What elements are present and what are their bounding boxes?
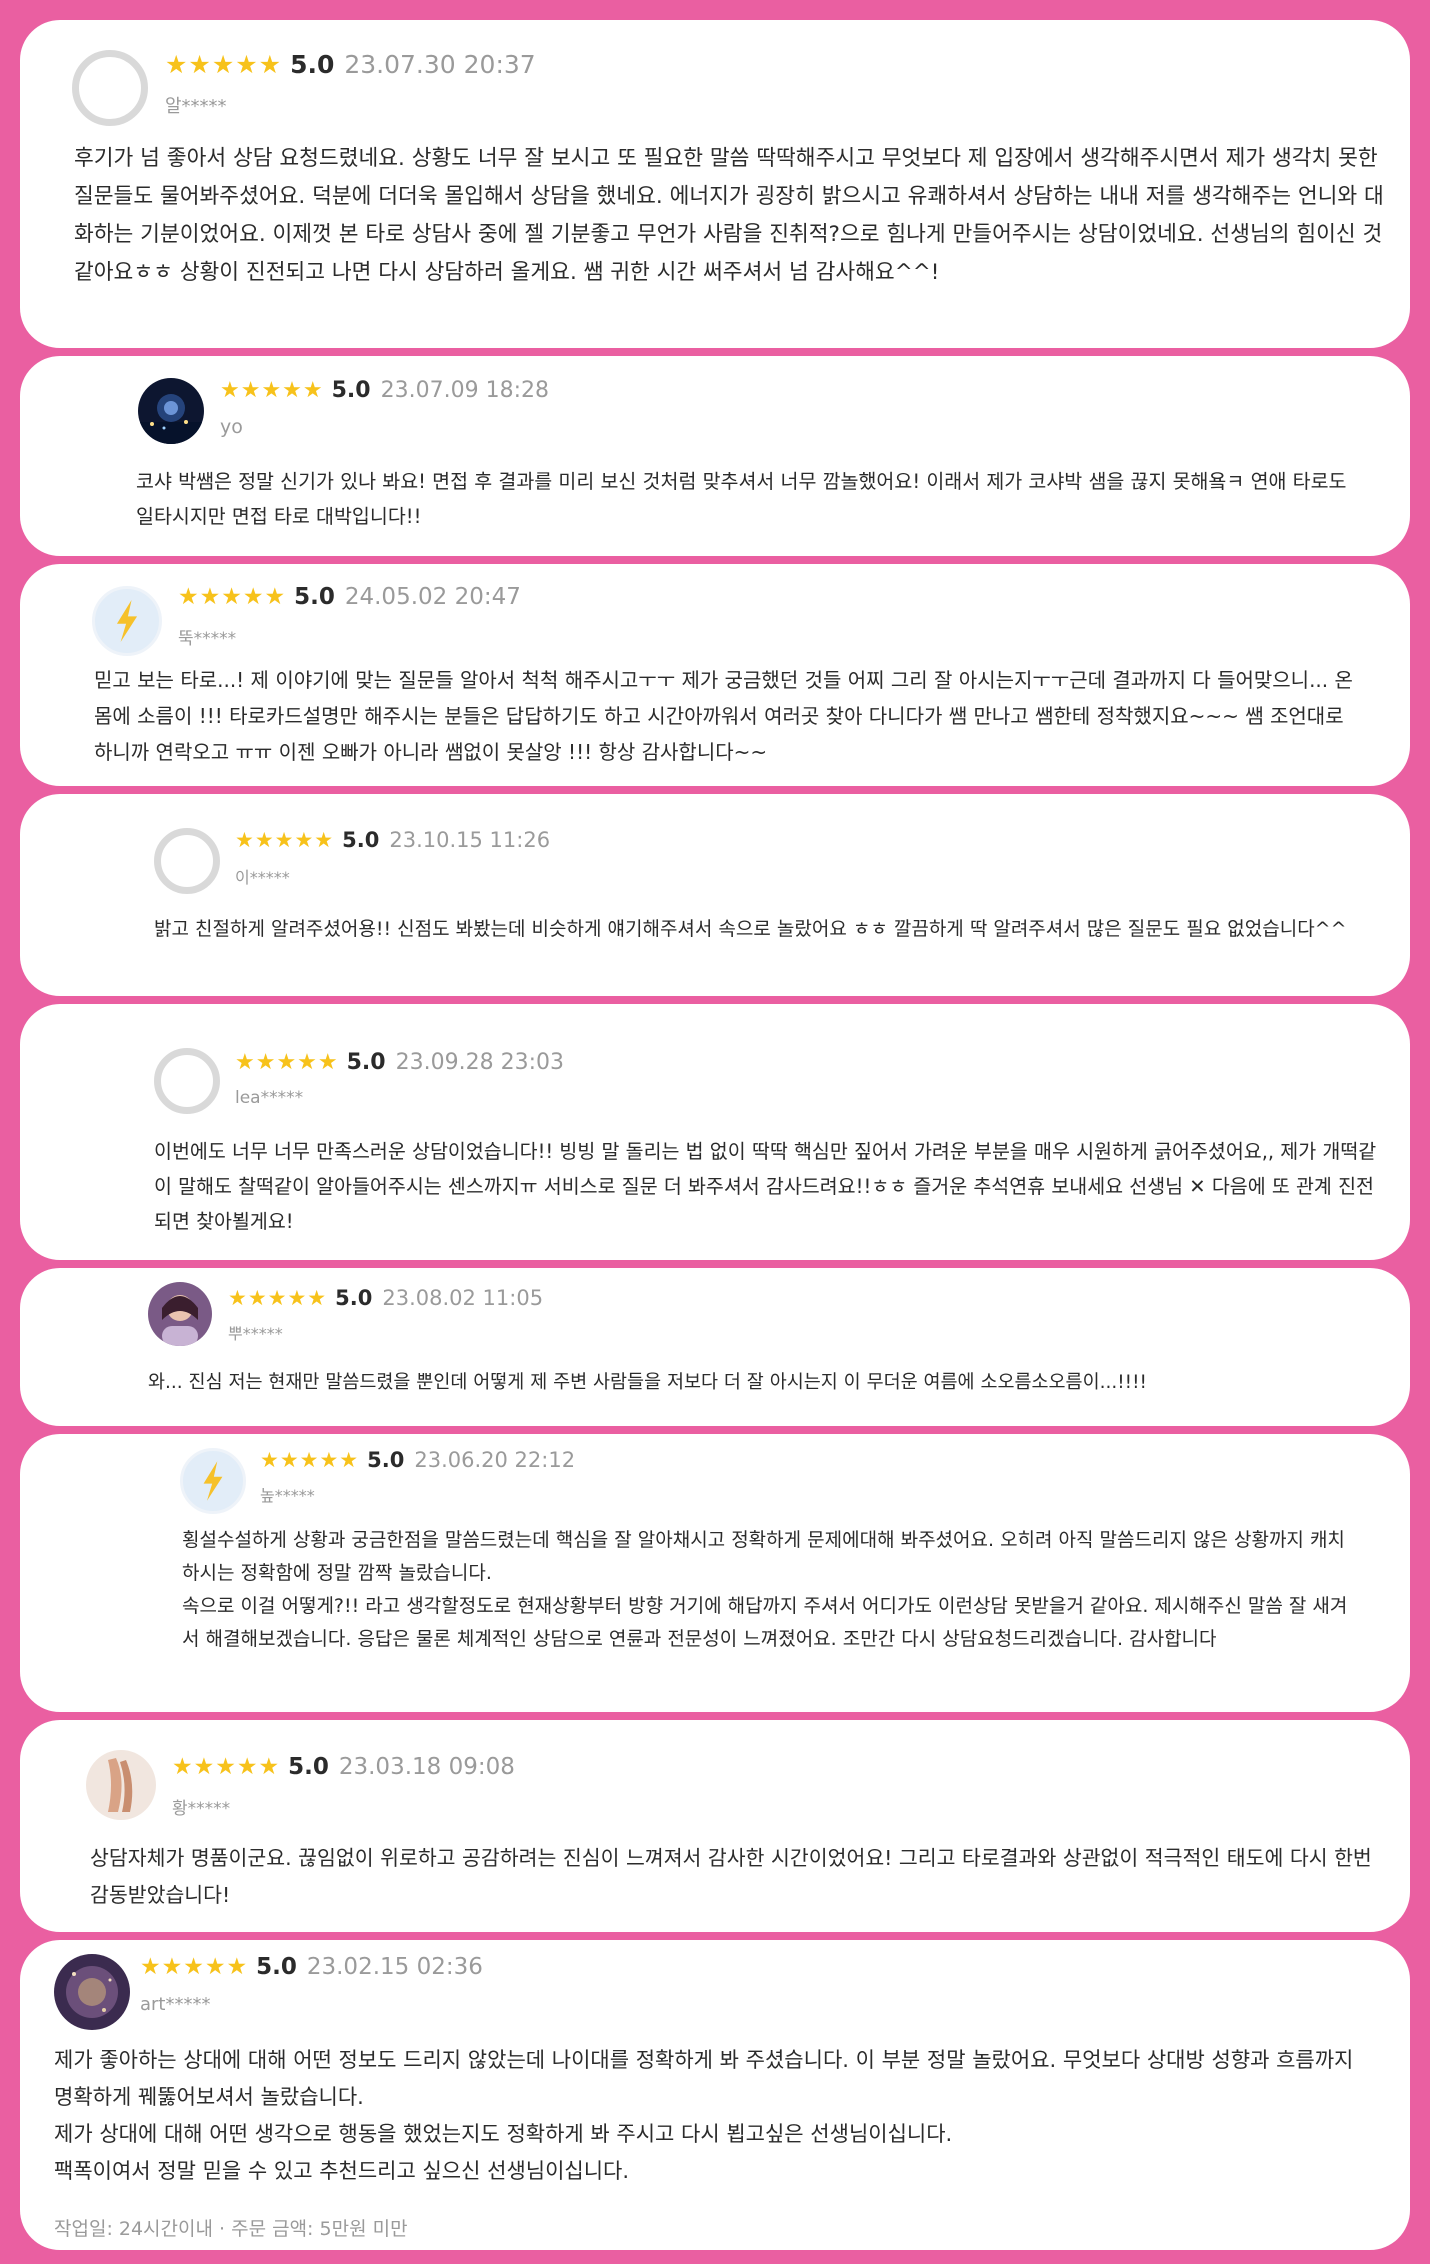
star-rating-icon: ★★★★★ — [235, 828, 335, 852]
hand-photo-avatar — [86, 1750, 156, 1820]
review-meta: ★★★★★ 5.0 23.03.18 09:08 — [172, 1754, 515, 1780]
star-rating-icon: ★★★★★ — [260, 1448, 360, 1472]
reviewer-name: 뚝***** — [178, 629, 237, 649]
night-city-photo-avatar — [138, 378, 204, 444]
review-card: ★★★★★ 5.0 23.02.15 02:36 art***** 제가 좋아하… — [20, 1940, 1410, 2250]
reviewer-name: art***** — [140, 1994, 211, 2015]
review-text: 밝고 친절하게 알려주셨어용!! 신점도 봐봤는데 비슷하게 얘기해주셔서 속으… — [154, 918, 1347, 940]
review-meta: ★★★★★ 5.0 23.07.30 20:37 — [165, 50, 536, 79]
star-rating-icon: ★★★★★ — [220, 378, 324, 403]
reviews-page: { "colors": { "page_background": "#ea5fa… — [0, 0, 1430, 2264]
star-rating-icon: ★★★★★ — [228, 1286, 328, 1310]
review-meta: ★★★★★ 5.0 23.06.20 22:12 — [260, 1448, 575, 1472]
rating-score: 5.0 — [342, 828, 380, 852]
review-card: ★★★★★ 5.0 23.10.15 11:26 이***** 밝고 친절하게 … — [20, 794, 1410, 996]
review-card: ★★★★★ 5.0 24.05.02 20:47 뚝***** 믿고 보는 타로… — [20, 564, 1410, 786]
review-text: 와... 진심 저는 현재만 말씀드렸을 뿐인데 어떻게 제 주변 사람들을 저… — [148, 1372, 1147, 1393]
rating-score: 5.0 — [290, 50, 335, 79]
review-date: 23.09.28 23:03 — [395, 1050, 564, 1075]
star-rating-icon: ★★★★★ — [178, 584, 287, 610]
review-date: 23.03.18 09:08 — [338, 1754, 515, 1780]
star-rating-icon: ★★★★★ — [235, 1050, 339, 1075]
review-meta: ★★★★★ 5.0 23.10.15 11:26 — [235, 828, 550, 852]
review-text: 믿고 보는 타로...! 제 이야기에 맞는 질문들 알아서 척척 해주시고ㅜㅜ… — [94, 668, 1353, 764]
rating-score: 5.0 — [367, 1448, 405, 1472]
review-date: 23.02.15 02:36 — [306, 1954, 483, 1980]
review-date: 23.07.09 18:28 — [380, 378, 549, 403]
rating-score: 5.0 — [256, 1954, 297, 1980]
review-card: ★★★★★ 5.0 23.03.18 09:08 황***** 상담자체가 명품… — [20, 1720, 1410, 1932]
reviewer-name: 뿌***** — [228, 1324, 283, 1343]
reviewer-name: 높***** — [260, 1486, 315, 1505]
rating-score: 5.0 — [331, 378, 371, 403]
star-rating-icon: ★★★★★ — [165, 50, 283, 79]
review-meta: ★★★★★ 5.0 23.09.28 23:03 — [235, 1050, 564, 1075]
rating-score: 5.0 — [346, 1050, 386, 1075]
review-meta: ★★★★★ 5.0 23.07.09 18:28 — [220, 378, 549, 403]
reviewer-name: 황***** — [172, 1799, 231, 1819]
review-text: 코샤 박쌤은 정말 신기가 있나 봐요! 면접 후 결과를 미리 보신 것처럼 … — [136, 470, 1347, 528]
review-meta: ★★★★★ 5.0 24.05.02 20:47 — [178, 584, 521, 610]
rating-score: 5.0 — [288, 1754, 329, 1780]
review-date: 24.05.02 20:47 — [344, 584, 521, 610]
reviewer-name: 알***** — [165, 96, 227, 117]
review-text: 이번에도 너무 너무 만족스러운 상담이었습니다!! 빙빙 말 돌리는 법 없이… — [154, 1140, 1377, 1233]
review-card: ★★★★★ 5.0 23.06.20 22:12 높***** 횡설수설하게 상… — [20, 1434, 1410, 1712]
reviewer-name: yo — [220, 416, 243, 438]
review-card: ★★★★★ 5.0 23.07.09 18:28 yo 코샤 박쌤은 정말 신기… — [20, 356, 1410, 556]
portrait-photo-avatar — [148, 1282, 212, 1346]
review-card: ★★★★★ 5.0 23.08.02 11:05 뿌***** 와... 진심 … — [20, 1268, 1410, 1426]
review-date: 23.07.30 20:37 — [344, 50, 536, 79]
lightning-bolt-icon — [92, 586, 162, 656]
review-date: 23.10.15 11:26 — [389, 828, 551, 852]
default-avatar-icon — [72, 50, 148, 126]
rating-score: 5.0 — [294, 584, 335, 610]
reviewer-name: 이***** — [235, 868, 290, 887]
review-meta: ★★★★★ 5.0 23.02.15 02:36 — [140, 1954, 483, 1980]
review-text: 상담자체가 명품이군요. 끊임없이 위로하고 공감하려는 진심이 느껴져서 감사… — [90, 1846, 1372, 1907]
review-text: 횡설수설하게 상황과 궁금한점을 말씀드렸는데 핵심을 잘 알아채시고 정확하게… — [182, 1529, 1348, 1650]
lightning-bolt-icon — [180, 1448, 246, 1514]
review-date: 23.06.20 22:12 — [414, 1448, 576, 1472]
default-avatar-icon — [154, 1048, 220, 1114]
default-avatar-icon — [154, 828, 220, 894]
review-card: ★★★★★ 5.0 23.09.28 23:03 lea***** 이번에도 너… — [20, 1004, 1410, 1260]
star-rating-icon: ★★★★★ — [172, 1754, 281, 1780]
review-text: 제가 좋아하는 상대에 대해 어떤 정보도 드리지 않았는데 나이대를 정확하게… — [54, 2048, 1354, 2183]
review-meta: ★★★★★ 5.0 23.08.02 11:05 — [228, 1286, 543, 1310]
review-text: 후기가 넘 좋아서 상담 요청드렸네요. 상황도 너무 잘 보시고 또 필요한 … — [74, 146, 1384, 285]
order-info: 작업일: 24시간이내 · 주문 금액: 5만원 미만 — [54, 2218, 408, 2240]
star-rating-icon: ★★★★★ — [140, 1954, 249, 1980]
galaxy-photo-avatar — [54, 1954, 130, 2030]
rating-score: 5.0 — [335, 1286, 373, 1310]
review-date: 23.08.02 11:05 — [382, 1286, 544, 1310]
reviewer-name: lea***** — [235, 1088, 304, 1108]
review-card: ★★★★★ 5.0 23.07.30 20:37 알***** 후기가 넘 좋아… — [20, 20, 1410, 348]
